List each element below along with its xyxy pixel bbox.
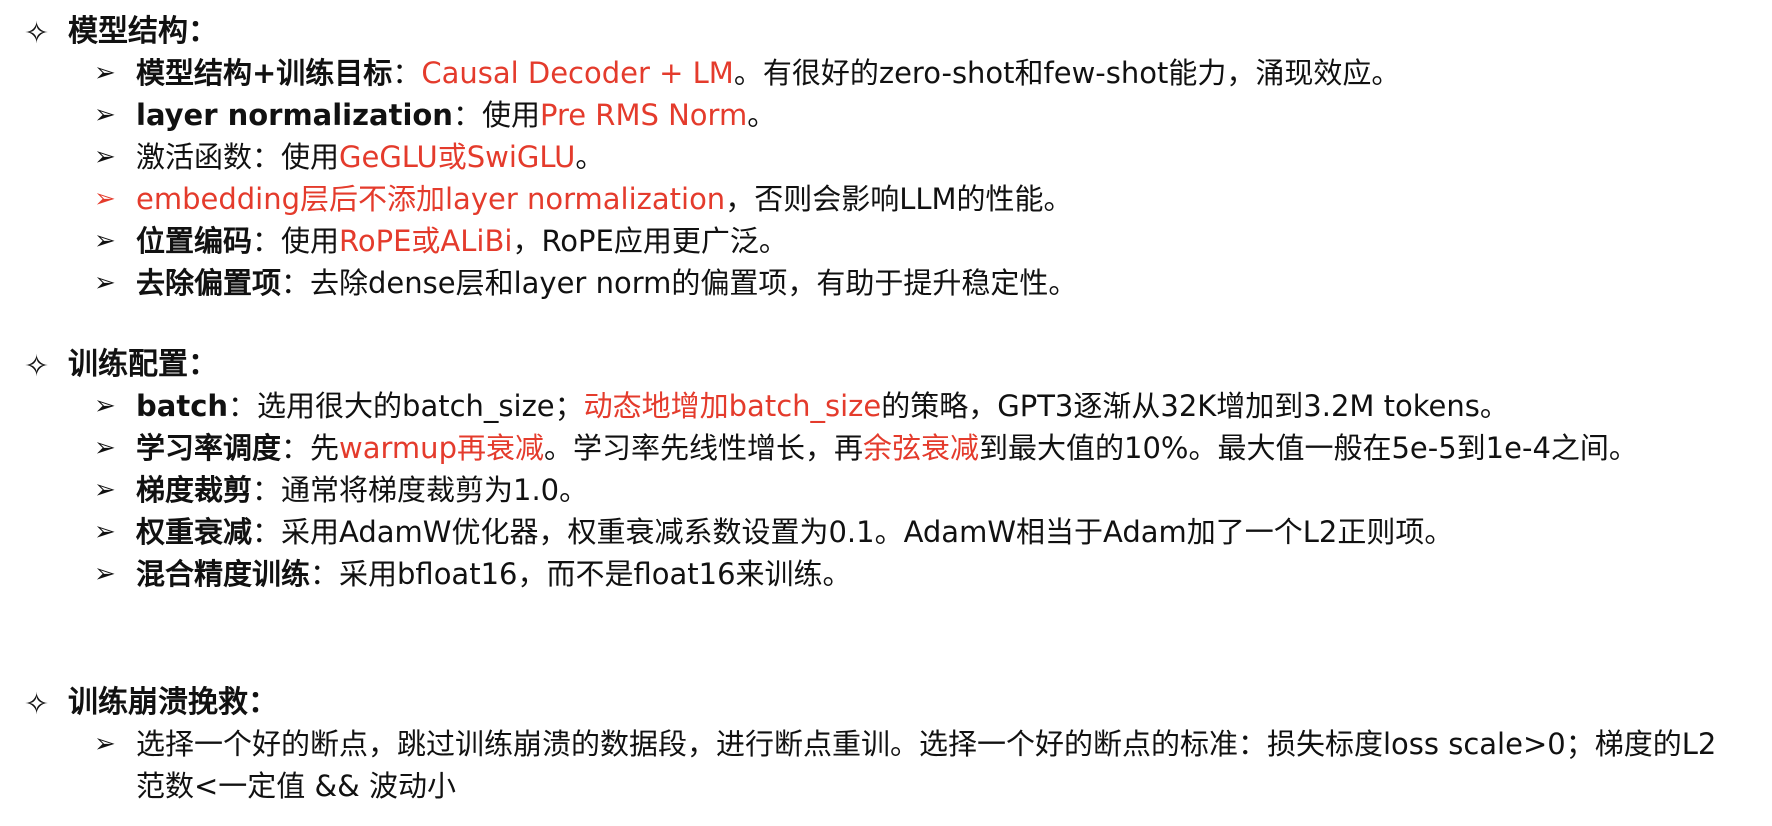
item-highlight: embedding层后不添加layer normalization: [136, 182, 726, 216]
list-item: ➢ 位置编码：使用RoPE或ALiBi，RoPE应用更广泛。: [0, 220, 1772, 262]
item-text: ：采用AdamW优化器，权重衰减系数设置为0.1。AdamW相当于Adam加了一…: [252, 515, 1454, 549]
item-text: ，RoPE应用更广泛。: [512, 224, 788, 258]
item-highlight: 动态地增加batch_size: [583, 389, 882, 423]
item-text: ：使用: [252, 224, 340, 258]
item-text: ：: [392, 56, 422, 90]
item-text: 。: [575, 140, 605, 174]
item-text: 。有很好的zero-shot和few-shot能力，涌现效应。: [733, 56, 1401, 90]
section-training-config: ✧ 训练配置： ➢ batch：选用很大的batch_size；动态地增加bat…: [0, 345, 1772, 595]
item-key: 梯度裁剪: [136, 473, 253, 507]
item-highlight: 余弦衰减: [863, 431, 980, 465]
arrowhead-bullet-icon: ➢: [94, 268, 116, 298]
section-crash-recovery: ✧ 训练崩溃挽救： ➢ 选择一个好的断点，跳过训练崩溃的数据段，进行断点重训。选…: [0, 683, 1772, 807]
list-item: ➢ 模型结构+训练目标：Causal Decoder + LM。有很好的zero…: [0, 52, 1772, 94]
bullet-list: ➢ 模型结构+训练目标：Causal Decoder + LM。有很好的zero…: [0, 52, 1772, 304]
bullet-list: ➢ batch：选用很大的batch_size；动态地增加batch_size的…: [0, 385, 1772, 595]
item-highlight: Causal Decoder + LM: [421, 56, 734, 90]
list-item: ➢ 选择一个好的断点，跳过训练崩溃的数据段，进行断点重训。选择一个好的断点的标准…: [0, 723, 1772, 807]
item-text: ：先: [281, 431, 340, 465]
section-heading-text: 训练配置：: [68, 347, 218, 382]
item-key: 混合精度训练: [136, 557, 311, 591]
item-key: 模型结构+训练目标: [136, 56, 393, 90]
item-text: 的策略，GPT3逐渐从32K增加到3.2M tokens。: [881, 389, 1509, 423]
list-item: ➢ 混合精度训练：采用bfloat16，而不是float16来训练。: [0, 553, 1772, 595]
item-text: ：采用bfloat16，而不是float16来训练。: [310, 557, 852, 591]
arrowhead-bullet-icon: ➢: [94, 517, 116, 547]
arrowhead-bullet-icon: ➢: [94, 433, 116, 463]
item-highlight: RoPE或ALiBi: [339, 224, 513, 258]
item-key: batch: [136, 389, 229, 423]
item-highlight: GeGLU或SwiGLU: [339, 140, 576, 174]
item-key: 学习率调度: [136, 431, 282, 465]
document-page: ✧ 模型结构： ➢ 模型结构+训练目标：Causal Decoder + LM。…: [0, 0, 1772, 826]
item-text: ，否则会影响LLM的性能。: [725, 182, 1073, 216]
list-item: ➢ 梯度裁剪：通常将梯度裁剪为1.0。: [0, 469, 1772, 511]
item-text: 激活函数：使用: [136, 140, 340, 174]
item-key: 权重衰减: [136, 515, 253, 549]
item-key: 去除偏置项: [136, 266, 282, 300]
arrowhead-bullet-icon: ➢: [94, 559, 116, 589]
list-item: ➢ 权重衰减：采用AdamW优化器，权重衰减系数设置为0.1。AdamW相当于A…: [0, 511, 1772, 553]
arrowhead-bullet-icon: ➢: [94, 100, 116, 130]
item-text: 选择一个好的断点，跳过训练崩溃的数据段，进行断点重训。选择一个好的断点的标准：损…: [136, 727, 1717, 803]
item-text: 到最大值的10%。最大值一般在5e-5到1e-4之间。: [979, 431, 1638, 465]
arrowhead-bullet-icon: ➢: [94, 58, 116, 88]
item-text: ：使用: [452, 98, 540, 132]
item-key: 位置编码: [136, 224, 253, 258]
list-item: ➢ batch：选用很大的batch_size；动态地增加batch_size的…: [0, 385, 1772, 427]
arrowhead-bullet-icon: ➢: [94, 729, 116, 759]
arrowhead-bullet-icon: ➢: [94, 142, 116, 172]
section-heading-text: 模型结构：: [68, 14, 218, 49]
bullet-list: ➢ 选择一个好的断点，跳过训练崩溃的数据段，进行断点重训。选择一个好的断点的标准…: [0, 723, 1772, 807]
four-point-star-icon: ✧: [24, 349, 50, 384]
item-text: ：通常将梯度裁剪为1.0。: [252, 473, 589, 507]
list-item: ➢ 学习率调度：先warmup再衰减。学习率先线性增长，再余弦衰减到最大值的10…: [0, 427, 1772, 469]
list-item: ➢ 激活函数：使用GeGLU或SwiGLU。: [0, 136, 1772, 178]
item-text: ：去除dense层和layer norm的偏置项，有助于提升稳定性。: [281, 266, 1078, 300]
list-item: ➢ layer normalization：使用Pre RMS Norm。: [0, 94, 1772, 136]
section-heading: ✧ 模型结构：: [0, 12, 1772, 52]
list-item: ➢ 去除偏置项：去除dense层和layer norm的偏置项，有助于提升稳定性…: [0, 262, 1772, 304]
section-heading-text: 训练崩溃挽救：: [68, 685, 278, 720]
item-highlight: warmup再衰减: [339, 431, 544, 465]
section-heading: ✧ 训练崩溃挽救：: [0, 683, 1772, 723]
arrowhead-bullet-icon: ➢: [94, 226, 116, 256]
four-point-star-icon: ✧: [24, 687, 50, 722]
section-heading: ✧ 训练配置：: [0, 345, 1772, 385]
section-model-structure: ✧ 模型结构： ➢ 模型结构+训练目标：Causal Decoder + LM。…: [0, 12, 1772, 304]
list-item: ➢ embedding层后不添加layer normalization，否则会影…: [0, 178, 1772, 220]
item-text: ：选用很大的batch_size；: [228, 389, 584, 423]
item-text: 。: [747, 98, 777, 132]
item-key: layer normalization: [136, 98, 453, 132]
arrowhead-bullet-icon: ➢: [94, 475, 116, 505]
four-point-star-icon: ✧: [24, 16, 50, 51]
item-highlight: Pre RMS Norm: [539, 98, 748, 132]
item-text: 。学习率先线性增长，再: [543, 431, 863, 465]
arrowhead-bullet-icon: ➢: [94, 391, 116, 421]
arrowhead-bullet-icon: ➢: [94, 184, 116, 214]
